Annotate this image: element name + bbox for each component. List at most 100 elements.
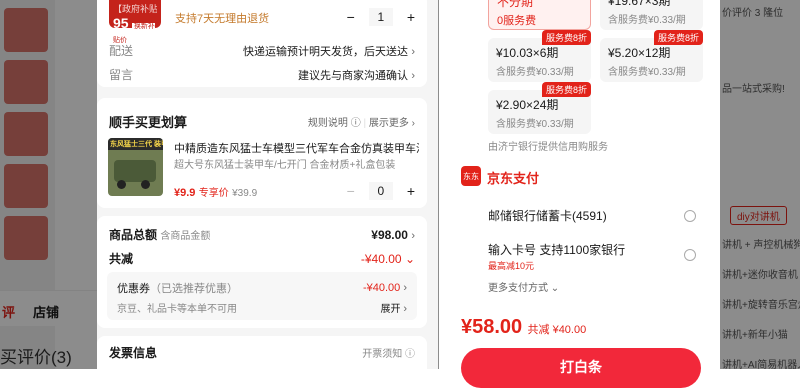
product-thumb-header: 【政府补贴】... [113,4,157,14]
credit-provider-note: 由济宁银行提供信用购服务 [488,142,608,153]
message-row[interactable]: 留言 建议先与商家沟通确认 › [109,66,415,83]
rules-link[interactable]: 规则说明 [308,118,348,129]
installment-option-6[interactable]: 服务费8折 ¥10.03×6期 含服务费¥0.33/期 [488,30,591,82]
installment-title: ¥2.90×24期 [496,98,559,112]
addon-price-line: ¥9.9 专享价 ¥39.9 [174,184,257,199]
addon-orig-price: ¥39.9 [232,188,258,199]
chevron-right-icon: › [403,282,407,294]
payment-option-postal-card[interactable]: 邮储银行储蓄卡(4591) [488,207,696,224]
minus-button[interactable]: − [347,9,355,25]
installment-option-12[interactable]: 服务费8折 ¥5.20×12期 含服务费¥0.33/期 [600,30,703,82]
installment-option-3[interactable]: ¥19.67×3期 含服务费¥0.33/期 [600,0,703,30]
armored-car-icon [114,160,156,182]
show-more-link[interactable]: 展示更多 [369,118,409,129]
chevron-right-icon[interactable]: › [411,230,415,242]
installment-tag: 服务费8折 [541,82,591,97]
installment-tag: 服务费8折 [541,30,591,45]
order-item-card: 【政府补贴】... 95 换新补贴价 支持7天无理由退货 − 1 + 配送 快递… [97,0,427,87]
payment-option-new-card[interactable]: 输入卡号 支持1100家银行最高减10元 [488,241,696,272]
discount-label: 共减 [109,252,134,266]
plus-button[interactable]: + [407,183,415,199]
quantity-stepper: − 1 + [347,8,415,26]
coupon-box[interactable]: 优惠券（已选推荐优惠） -¥40.00 › 京豆、礼品卡等本单不可用 展开 › [107,272,417,320]
chevron-right-icon[interactable]: › [412,118,415,129]
coupon-note-row: 京豆、礼品卡等本单不可用 展开 › [117,300,407,315]
jd-pay-icon: 东东 [461,166,481,186]
footer-discount: 共减 ¥40.00 [527,324,587,336]
order-panel: 【政府补贴】... 95 换新补贴价 支持7天无理由退货 − 1 + 配送 快递… [97,0,438,376]
invoice-card[interactable]: 发票信息 开票须知 ⓘ [97,336,427,376]
addon-price-tag: 专享价 [198,188,229,199]
addon-quantity-value[interactable]: 0 [368,182,393,200]
price-summary-card: 商品总额 含商品金额 ¥98.00 › 共减 -¥40.00 ⌄ 优惠券（已选推… [97,216,427,328]
payment-option-label: 输入卡号 支持1100家银行 [488,243,626,257]
installment-option-none[interactable]: 不分期 0服务费 [488,0,591,30]
return-policy: 支持7天无理由退货 [175,13,270,25]
more-payment-label: 更多支付方式 [488,283,548,294]
installment-fee: 含服务费¥0.33/期 [496,119,574,130]
info-icon[interactable]: ⓘ [351,118,361,129]
addon-price: ¥9.9 [174,187,196,199]
invoice-row: 发票信息 开票须知 ⓘ [109,344,415,361]
installment-fee: 含服务费¥0.33/期 [496,67,574,78]
installment-fee: 含服务费¥0.33/期 [608,67,686,78]
installment-title: ¥5.20×12期 [608,46,671,60]
coupon-label: 优惠券 [117,283,150,295]
wheel-icon [141,180,150,189]
installment-option-24[interactable]: 服务费8折 ¥2.90×24期 含服务费¥0.33/期 [488,82,591,134]
plus-button[interactable]: + [407,9,415,25]
footer-total: ¥58.00 共减 ¥40.00 [461,316,586,339]
delivery-value: 快递运输预计明天发货，后天送达 [242,45,408,58]
payment-panel: 不分期 0服务费 ¥19.67×3期 含服务费¥0.33/期 服务费8折 ¥10… [439,0,720,388]
pay-button[interactable]: 打白条 [461,348,701,388]
chevron-right-icon: › [411,45,415,58]
installment-fee: 含服务费¥0.33/期 [608,15,686,26]
product-thumb-badge: 95 [113,15,129,31]
discount-row[interactable]: 共减 -¥40.00 ⌄ [109,250,415,267]
radio-button[interactable] [684,249,696,261]
coupon-value: -¥40.00 [362,282,401,294]
delivery-row[interactable]: 配送 快递运输预计明天发货，后天送达 › [109,42,415,59]
expand-link[interactable]: 展开 [381,304,401,315]
message-value: 建议先与商家沟通确认 [297,69,408,82]
minus-button[interactable]: − [347,183,355,199]
coupon-sub: （已选推荐优惠） [150,283,238,295]
installment-title: ¥10.03×6期 [496,46,559,60]
total-sub: 含商品金额 [160,231,211,242]
installment-title: ¥19.67×3期 [608,0,671,8]
installment-title: 不分期 [497,0,534,9]
discount-value: -¥40.00 [360,251,402,266]
delivery-label: 配送 [109,44,134,58]
payment-option-label: 邮储银行储蓄卡(4591) [488,209,607,223]
info-icon[interactable]: ⓘ [405,349,415,360]
jd-pay-title: 京东支付 [487,171,540,186]
total-value: ¥98.00 [371,227,408,242]
installment-fee: 0服务费 [497,15,537,27]
total-row: 商品总额 含商品金额 ¥98.00 › [109,226,415,243]
installment-tag: 服务费8折 [653,30,703,45]
invoice-notice-link[interactable]: 开票须知 [362,349,402,360]
chevron-down-icon: ⌄ [404,251,415,266]
addon-quantity-stepper: − 0 + [347,182,415,200]
addon-product-spec: 超大号东风猛士装甲车/七开门 合金材质+礼盒包装 [174,160,396,171]
more-payment-methods[interactable]: 更多支付方式 ⌄ [488,279,559,294]
addon-header: 顺手买更划算 规则说明 ⓘ | 展示更多 › [109,112,415,131]
total-label: 商品总额 [109,228,158,242]
order-total: ¥58.00 [461,316,523,338]
coupon-note: 京豆、礼品卡等本单不可用 [117,304,237,315]
quantity-value[interactable]: 1 [368,8,393,26]
addon-image-label: 东风猛士三代 装甲车 [108,138,163,150]
chevron-right-icon: › [411,69,415,82]
coupon-row: 优惠券（已选推荐优惠） -¥40.00 › [117,280,407,296]
addon-product-name[interactable]: 中精质造东风猛士车模型三代军车合金仿真装甲车汽... [174,140,419,156]
addon-title: 顺手买更划算 [109,115,188,130]
addon-product-image[interactable]: 东风猛士三代 装甲车 [108,138,163,196]
addon-card: 顺手买更划算 规则说明 ⓘ | 展示更多 › 东风猛士三代 装甲车 中精质造东风… [97,98,427,208]
payment-option-promo: 最高减10元 [488,261,535,271]
wheel-icon [117,180,126,189]
radio-button[interactable] [684,209,696,222]
chevron-down-icon: ⌄ [550,283,560,294]
message-label: 留言 [109,68,134,82]
invoice-label: 发票信息 [109,346,158,360]
chevron-right-icon[interactable]: › [403,303,407,315]
